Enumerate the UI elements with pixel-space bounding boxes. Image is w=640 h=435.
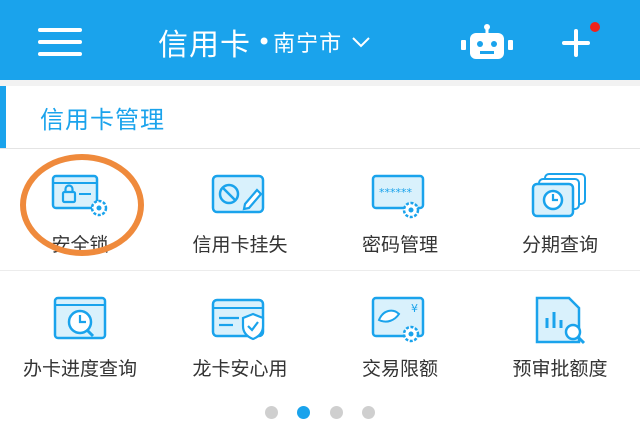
preapproval-chart-icon bbox=[535, 296, 586, 345]
grid-item-password-management[interactable]: ****** 密码管理 bbox=[320, 150, 480, 270]
page-dot[interactable] bbox=[361, 406, 375, 419]
chevron-down-icon bbox=[352, 37, 370, 48]
page-indicator bbox=[0, 404, 640, 419]
grid-row-1: 安全锁 信用卡挂失 ****** 密码管理 分期查询 bbox=[0, 150, 640, 271]
grid-item-installment-query[interactable]: 分期查询 bbox=[480, 150, 640, 270]
grid-item-transaction-limit[interactable]: ¥ 交易限额 bbox=[320, 274, 480, 394]
grid-item-label: 信用卡挂失 bbox=[192, 234, 288, 256]
credit-card-management-panel: 信用卡管理 安全锁 信用卡挂失 ****** 密码管理 分期查询 办卡进度查询 … bbox=[0, 86, 640, 435]
title-city-selector[interactable]: 信用卡 • 南宁市 bbox=[158, 22, 370, 63]
robot-icon[interactable] bbox=[458, 24, 516, 64]
top-bar: 信用卡 • 南宁市 bbox=[0, 0, 640, 80]
city-name: 南宁市 bbox=[273, 32, 343, 57]
card-shield-icon bbox=[211, 298, 265, 341]
page-dot-active[interactable] bbox=[297, 406, 311, 419]
grid-item-label: 安全锁 bbox=[51, 234, 109, 256]
card-lock-gear-icon bbox=[51, 174, 108, 217]
grid-item-long-card-safe-use[interactable]: 龙卡安心用 bbox=[160, 274, 320, 394]
card-report-loss-icon bbox=[211, 174, 265, 214]
grid-item-label: 交易限额 bbox=[361, 358, 438, 380]
title-separator: • bbox=[257, 28, 272, 56]
section-title: 信用卡管理 bbox=[40, 106, 165, 134]
svg-text:******: ****** bbox=[379, 186, 413, 199]
password-gear-icon: ****** bbox=[371, 174, 425, 219]
grid-item-label: 办卡进度查询 bbox=[22, 358, 137, 380]
grid-item-application-progress[interactable]: 办卡进度查询 bbox=[0, 274, 160, 394]
progress-clock-icon bbox=[53, 296, 107, 340]
grid-row-2: 办卡进度查询 龙卡安心用 ¥ 交易限额 预审批额度 bbox=[0, 274, 640, 394]
section-accent-bar bbox=[0, 86, 6, 148]
grid-item-preapproval-limit[interactable]: 预审批额度 bbox=[480, 274, 640, 394]
page-dot[interactable] bbox=[329, 406, 343, 419]
add-button[interactable] bbox=[558, 22, 600, 64]
notification-dot bbox=[590, 22, 600, 32]
grid-item-security-lock[interactable]: 安全锁 bbox=[0, 150, 160, 270]
page-title: 信用卡 bbox=[158, 28, 251, 63]
transaction-limit-icon: ¥ bbox=[371, 296, 425, 343]
grid-item-label: 密码管理 bbox=[361, 234, 438, 256]
grid-item-label: 分期查询 bbox=[521, 234, 598, 256]
page-dot[interactable] bbox=[265, 406, 279, 419]
installment-clock-icon bbox=[531, 173, 586, 218]
section-header: 信用卡管理 bbox=[0, 86, 640, 149]
grid-item-card-report-loss[interactable]: 信用卡挂失 bbox=[160, 150, 320, 270]
menu-icon[interactable] bbox=[38, 28, 82, 56]
grid-item-label: 龙卡安心用 bbox=[192, 358, 288, 380]
grid-item-label: 预审批额度 bbox=[512, 358, 608, 380]
svg-text:¥: ¥ bbox=[411, 302, 418, 315]
